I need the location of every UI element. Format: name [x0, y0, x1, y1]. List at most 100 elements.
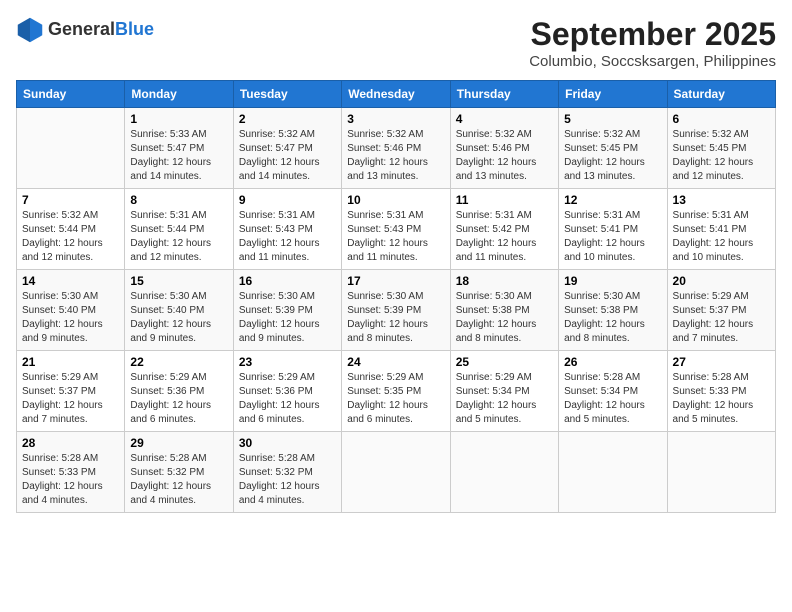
calendar-cell: 6 Sunrise: 5:32 AMSunset: 5:45 PMDaylight… — [667, 108, 775, 189]
location-subtitle: Columbio, Soccsksargen, Philippines — [529, 53, 776, 70]
day-info: Sunrise: 5:30 AMSunset: 5:39 PMDaylight:… — [239, 290, 336, 346]
weekday-header-row: SundayMondayTuesdayWednesdayThursdayFrid… — [17, 81, 776, 108]
day-info: Sunrise: 5:32 AMSunset: 5:46 PMDaylight:… — [347, 128, 444, 184]
day-number: 12 — [564, 193, 661, 207]
calendar-cell: 22Sunrise: 5:29 AMSunset: 5:36 PMDayligh… — [125, 351, 233, 432]
weekday-header-sunday: Sunday — [17, 81, 125, 108]
day-number: 6 — [673, 112, 770, 126]
calendar-cell: 10 Sunrise: 5:31 AMSunset: 5:43 PMDayligh… — [342, 189, 450, 270]
calendar-cell: 27 Sunrise: 5:28 AMSunset: 5:33 PMDayligh… — [667, 351, 775, 432]
weekday-header-wednesday: Wednesday — [342, 81, 450, 108]
calendar-week-row: 28Sunrise: 5:28 AMSunset: 5:33 PMDayligh… — [17, 432, 776, 513]
logo-icon — [16, 16, 44, 44]
day-info: Sunrise: 5:31 AMSunset: 5:41 PMDaylight:… — [673, 209, 770, 265]
day-info: Sunrise: 5:30 AMSunset: 5:39 PMDaylight:… — [347, 290, 444, 346]
day-info: Sunrise: 5:33 AMSunset: 5:47 PMDaylight:… — [130, 128, 227, 184]
calendar-week-row: 21 Sunrise: 5:29 AMSunset: 5:37 PMDayligh… — [17, 351, 776, 432]
logo: General Blue — [16, 16, 154, 44]
calendar-table: SundayMondayTuesdayWednesdayThursdayFrid… — [16, 80, 776, 513]
logo-blue: Blue — [115, 20, 154, 40]
weekday-header-saturday: Saturday — [667, 81, 775, 108]
calendar-body: 1 Sunrise: 5:33 AMSunset: 5:47 PMDaylight… — [17, 108, 776, 513]
day-number: 11 — [456, 193, 553, 207]
day-number: 13 — [673, 193, 770, 207]
day-number: 21 — [22, 355, 119, 369]
day-number: 24 — [347, 355, 444, 369]
day-number: 29 — [130, 436, 227, 450]
day-info: Sunrise: 5:28 AMSunset: 5:33 PMDaylight:… — [673, 371, 770, 427]
logo-text: General Blue — [48, 20, 154, 40]
calendar-cell: 2Sunrise: 5:32 AMSunset: 5:47 PMDaylight… — [233, 108, 341, 189]
day-number: 17 — [347, 274, 444, 288]
calendar-cell: 7 Sunrise: 5:32 AMSunset: 5:44 PMDaylight… — [17, 189, 125, 270]
calendar-cell: 30Sunrise: 5:28 AMSunset: 5:32 PMDayligh… — [233, 432, 341, 513]
day-info: Sunrise: 5:32 AMSunset: 5:45 PMDaylight:… — [564, 128, 661, 184]
day-info: Sunrise: 5:30 AMSunset: 5:38 PMDaylight:… — [564, 290, 661, 346]
calendar-cell: 19 Sunrise: 5:30 AMSunset: 5:38 PMDayligh… — [559, 270, 667, 351]
day-number: 9 — [239, 193, 336, 207]
weekday-header-tuesday: Tuesday — [233, 81, 341, 108]
day-info: Sunrise: 5:30 AMSunset: 5:40 PMDaylight:… — [130, 290, 227, 346]
calendar-cell: 3Sunrise: 5:32 AMSunset: 5:46 PMDaylight… — [342, 108, 450, 189]
weekday-header-monday: Monday — [125, 81, 233, 108]
day-info: Sunrise: 5:31 AMSunset: 5:44 PMDaylight:… — [130, 209, 227, 265]
logo-general: General — [48, 20, 115, 40]
day-number: 4 — [456, 112, 553, 126]
day-number: 20 — [673, 274, 770, 288]
calendar-cell: 11Sunrise: 5:31 AMSunset: 5:42 PMDayligh… — [450, 189, 558, 270]
day-info: Sunrise: 5:32 AMSunset: 5:44 PMDaylight:… — [22, 209, 119, 265]
day-info: Sunrise: 5:32 AMSunset: 5:46 PMDaylight:… — [456, 128, 553, 184]
day-number: 16 — [239, 274, 336, 288]
calendar-week-row: 1 Sunrise: 5:33 AMSunset: 5:47 PMDaylight… — [17, 108, 776, 189]
day-info: Sunrise: 5:28 AMSunset: 5:33 PMDaylight:… — [22, 452, 119, 508]
calendar-cell: 17 Sunrise: 5:30 AMSunset: 5:39 PMDayligh… — [342, 270, 450, 351]
calendar-week-row: 14Sunrise: 5:30 AMSunset: 5:40 PMDayligh… — [17, 270, 776, 351]
day-info: Sunrise: 5:32 AMSunset: 5:45 PMDaylight:… — [673, 128, 770, 184]
calendar-cell: 21 Sunrise: 5:29 AMSunset: 5:37 PMDayligh… — [17, 351, 125, 432]
day-info: Sunrise: 5:29 AMSunset: 5:37 PMDaylight:… — [22, 371, 119, 427]
weekday-header-thursday: Thursday — [450, 81, 558, 108]
day-number: 15 — [130, 274, 227, 288]
weekday-header-friday: Friday — [559, 81, 667, 108]
day-info: Sunrise: 5:32 AMSunset: 5:47 PMDaylight:… — [239, 128, 336, 184]
calendar-cell — [559, 432, 667, 513]
day-number: 27 — [673, 355, 770, 369]
calendar-cell: 13 Sunrise: 5:31 AMSunset: 5:41 PMDayligh… — [667, 189, 775, 270]
month-year: September 2025 — [529, 16, 776, 53]
day-number: 5 — [564, 112, 661, 126]
calendar-cell — [17, 108, 125, 189]
calendar-week-row: 7 Sunrise: 5:32 AMSunset: 5:44 PMDaylight… — [17, 189, 776, 270]
calendar-cell: 8Sunrise: 5:31 AMSunset: 5:44 PMDaylight… — [125, 189, 233, 270]
calendar-cell: 23Sunrise: 5:29 AMSunset: 5:36 PMDayligh… — [233, 351, 341, 432]
calendar-cell: 9Sunrise: 5:31 AMSunset: 5:43 PMDaylight… — [233, 189, 341, 270]
calendar-cell: 12 Sunrise: 5:31 AMSunset: 5:41 PMDayligh… — [559, 189, 667, 270]
calendar-cell: 24Sunrise: 5:29 AMSunset: 5:35 PMDayligh… — [342, 351, 450, 432]
day-number: 19 — [564, 274, 661, 288]
day-info: Sunrise: 5:28 AMSunset: 5:32 PMDaylight:… — [239, 452, 336, 508]
calendar-cell: 15 Sunrise: 5:30 AMSunset: 5:40 PMDayligh… — [125, 270, 233, 351]
day-number: 7 — [22, 193, 119, 207]
day-number: 23 — [239, 355, 336, 369]
day-info: Sunrise: 5:29 AMSunset: 5:37 PMDaylight:… — [673, 290, 770, 346]
day-number: 1 — [130, 112, 227, 126]
calendar-cell: 18Sunrise: 5:30 AMSunset: 5:38 PMDayligh… — [450, 270, 558, 351]
calendar-cell: 14Sunrise: 5:30 AMSunset: 5:40 PMDayligh… — [17, 270, 125, 351]
calendar-cell: 1 Sunrise: 5:33 AMSunset: 5:47 PMDaylight… — [125, 108, 233, 189]
calendar-cell — [342, 432, 450, 513]
calendar-header: SundayMondayTuesdayWednesdayThursdayFrid… — [17, 81, 776, 108]
calendar-cell: 29Sunrise: 5:28 AMSunset: 5:32 PMDayligh… — [125, 432, 233, 513]
calendar-cell: 5 Sunrise: 5:32 AMSunset: 5:45 PMDaylight… — [559, 108, 667, 189]
day-info: Sunrise: 5:30 AMSunset: 5:40 PMDaylight:… — [22, 290, 119, 346]
title-block: September 2025 Columbio, Soccsksargen, P… — [529, 16, 776, 70]
calendar-cell: 28Sunrise: 5:28 AMSunset: 5:33 PMDayligh… — [17, 432, 125, 513]
calendar-cell: 26Sunrise: 5:28 AMSunset: 5:34 PMDayligh… — [559, 351, 667, 432]
day-info: Sunrise: 5:31 AMSunset: 5:43 PMDaylight:… — [347, 209, 444, 265]
day-number: 26 — [564, 355, 661, 369]
day-info: Sunrise: 5:31 AMSunset: 5:41 PMDaylight:… — [564, 209, 661, 265]
day-info: Sunrise: 5:29 AMSunset: 5:36 PMDaylight:… — [130, 371, 227, 427]
calendar-cell: 16 Sunrise: 5:30 AMSunset: 5:39 PMDayligh… — [233, 270, 341, 351]
day-info: Sunrise: 5:29 AMSunset: 5:34 PMDaylight:… — [456, 371, 553, 427]
day-number: 10 — [347, 193, 444, 207]
day-number: 25 — [456, 355, 553, 369]
page-header: General Blue September 2025 Columbio, So… — [16, 16, 776, 70]
